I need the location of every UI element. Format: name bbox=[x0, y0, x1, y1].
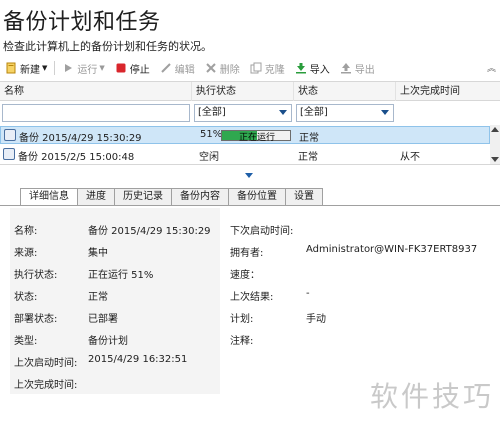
stop-label: 停止 bbox=[129, 64, 150, 76]
detail-label-name: 名称: bbox=[14, 226, 38, 237]
delete-label: 删除 bbox=[219, 64, 240, 76]
detail-label-type: 类型: bbox=[14, 336, 38, 347]
detail-label-next-start: 下次启动时间: bbox=[230, 226, 294, 237]
tab-details[interactable]: 详细信息 bbox=[20, 188, 78, 206]
detail-label-schedule: 计划: bbox=[230, 314, 254, 325]
import-label: 导入 bbox=[309, 64, 330, 76]
column-header-status[interactable]: 状态 bbox=[294, 82, 396, 101]
clone-label: 克隆 bbox=[264, 64, 285, 76]
tab-backup-content[interactable]: 备份内容 bbox=[172, 188, 229, 206]
chevron-up-icon[interactable]: ︽ bbox=[487, 61, 496, 74]
detail-label-exec-state: 执行状态: bbox=[14, 270, 58, 281]
detail-label-owner: 拥有者: bbox=[230, 248, 264, 259]
export-icon bbox=[340, 62, 352, 74]
chevron-down-icon bbox=[381, 110, 389, 115]
export-label: 导出 bbox=[354, 64, 375, 76]
run-button[interactable]: 运行 ▼ bbox=[57, 59, 109, 77]
detail-label-deploy-state: 部署状态: bbox=[14, 314, 58, 325]
status-filter-select[interactable]: [全部] bbox=[296, 104, 394, 122]
edit-label: 编辑 bbox=[174, 64, 195, 76]
row-percent: 51% bbox=[200, 129, 223, 140]
detail-label-last-start: 上次启动时间: bbox=[14, 358, 78, 369]
new-label: 新建 bbox=[20, 64, 40, 76]
exec-state-filter-select[interactable]: [全部] bbox=[194, 104, 292, 122]
page-title: 备份计划和任务 bbox=[3, 10, 161, 35]
scroll-down-icon[interactable] bbox=[491, 157, 499, 162]
detail-tabs: 详细信息 进度 历史记录 备份内容 备份位置 设置 bbox=[20, 188, 323, 206]
import-icon bbox=[295, 62, 307, 74]
toolbar-divider bbox=[54, 61, 56, 75]
column-header-name[interactable]: 名称 bbox=[0, 82, 192, 101]
grid-header: 名称 执行状态 状态 上次完成时间 bbox=[0, 82, 500, 101]
detail-value-exec-state: 正在运行 51% bbox=[88, 270, 154, 281]
tab-progress[interactable]: 进度 bbox=[78, 188, 115, 206]
detail-label-last-completed: 上次完成时间: bbox=[14, 380, 78, 391]
detail-label-comment: 注释: bbox=[230, 336, 254, 347]
watermark-text: 软件技巧 bbox=[369, 380, 494, 413]
name-filter-input[interactable] bbox=[2, 104, 190, 122]
tab-history[interactable]: 历史记录 bbox=[115, 188, 172, 206]
scroll-up-icon[interactable] bbox=[491, 127, 499, 132]
row-exec-state: 空闲 bbox=[199, 152, 219, 163]
filter-row: [全部] [全部] bbox=[0, 102, 500, 124]
task-grid: 名称 执行状态 状态 上次完成时间 [全部] [全部] 备份 2015/4/29… bbox=[0, 81, 500, 165]
grid-scrollbar[interactable] bbox=[490, 125, 500, 164]
row-status: 正常 bbox=[299, 133, 319, 144]
run-label: 运行 bbox=[77, 64, 98, 76]
detail-value-source: 集中 bbox=[88, 248, 108, 259]
detail-value-last-result: - bbox=[306, 288, 310, 299]
progress-bar: 正在运行 bbox=[221, 130, 291, 143]
chevron-down-icon: ▼ bbox=[99, 64, 105, 72]
chevron-down-icon: ▼ bbox=[42, 64, 48, 72]
detail-value-deploy-state: 已部署 bbox=[88, 314, 118, 325]
import-button[interactable]: 导入 bbox=[290, 59, 335, 77]
detail-value-last-start: 2015/4/29 16:32:51 bbox=[88, 354, 188, 365]
detail-value-type: 备份计划 bbox=[88, 336, 128, 347]
pane-splitter[interactable] bbox=[0, 168, 500, 182]
stop-button[interactable]: 停止 bbox=[110, 59, 155, 77]
chevron-down-icon bbox=[279, 110, 287, 115]
detail-label-status: 状态: bbox=[14, 292, 38, 303]
row-status: 正常 bbox=[298, 152, 318, 163]
delete-icon bbox=[205, 62, 217, 74]
detail-label-last-result: 上次结果: bbox=[230, 292, 274, 303]
status-filter-value: [全部] bbox=[300, 107, 328, 118]
detail-value-name: 备份 2015/4/29 15:30:29 bbox=[88, 226, 211, 237]
row-name: 备份 2015/2/5 15:00:48 bbox=[18, 152, 135, 163]
column-header-last-completed[interactable]: 上次完成时间 bbox=[396, 82, 500, 101]
backup-plan-icon bbox=[3, 148, 15, 160]
detail-value-owner: Administrator@WIN-FK37ERT8937 bbox=[306, 244, 478, 255]
table-row[interactable]: 备份 2015/4/29 15:30:29 51% 正在运行 正常 bbox=[0, 126, 490, 144]
play-icon bbox=[62, 62, 74, 74]
export-button[interactable]: 导出 bbox=[335, 59, 380, 77]
toolbar: 新建 ▼ 运行 ▼ 停止 编辑 删除 克隆 导入 导出 ︽ bbox=[0, 58, 500, 78]
stop-icon bbox=[115, 62, 127, 74]
tab-backup-location[interactable]: 备份位置 bbox=[229, 188, 286, 206]
new-icon bbox=[5, 62, 17, 74]
pencil-icon bbox=[160, 62, 172, 74]
detail-value-schedule: 手动 bbox=[306, 314, 326, 325]
clone-icon bbox=[250, 62, 262, 74]
detail-label-source: 来源: bbox=[14, 248, 38, 259]
backup-plan-icon bbox=[4, 129, 16, 141]
tab-settings[interactable]: 设置 bbox=[286, 188, 323, 206]
exec-state-filter-value: [全部] bbox=[198, 107, 226, 118]
row-last-completed: 从不 bbox=[400, 152, 420, 163]
table-row[interactable]: 备份 2015/2/5 15:00:48 空闲 正常 从不 bbox=[0, 146, 490, 164]
new-button[interactable]: 新建 ▼ bbox=[0, 59, 52, 77]
page-subtitle: 检查此计算机上的备份计划和任务的状况。 bbox=[3, 40, 212, 53]
delete-button[interactable]: 删除 bbox=[200, 59, 245, 77]
edit-button[interactable]: 编辑 bbox=[155, 59, 200, 77]
clone-button[interactable]: 克隆 bbox=[245, 59, 290, 77]
column-header-exec-state[interactable]: 执行状态 bbox=[192, 82, 294, 101]
row-name: 备份 2015/4/29 15:30:29 bbox=[19, 133, 142, 144]
detail-value-status: 正常 bbox=[88, 292, 108, 303]
collapse-arrow-icon[interactable] bbox=[245, 173, 253, 178]
detail-label-speed: 速度： bbox=[230, 270, 260, 281]
progress-label: 正在运行 bbox=[238, 133, 275, 143]
